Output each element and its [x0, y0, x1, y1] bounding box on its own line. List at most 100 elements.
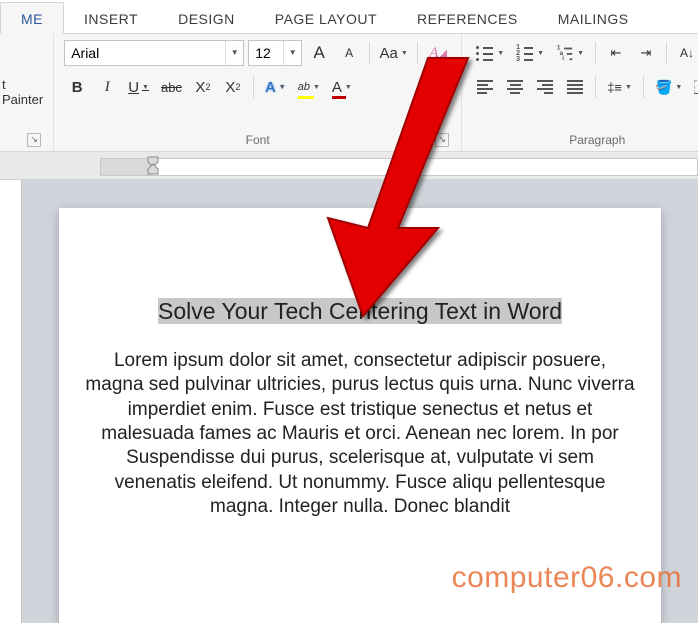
paint-bucket-icon: 🪣 — [655, 79, 672, 96]
tab-mailings[interactable]: MAILINGS — [538, 3, 649, 33]
separator — [253, 76, 254, 98]
text-effects-label: A — [265, 79, 276, 96]
tab-page-layout[interactable]: PAGE LAYOUT — [255, 3, 397, 33]
align-center-button[interactable] — [502, 74, 528, 100]
group-paragraph: ▼ 123 ▼ 1ai ▼ ⇤ — [462, 34, 698, 151]
numbering-icon: 123 — [516, 46, 534, 60]
font-name-dropdown-icon[interactable]: ▼ — [225, 41, 243, 65]
chevron-down-icon: ▼ — [401, 50, 408, 57]
subscript-label: X — [195, 79, 205, 96]
superscript-button[interactable]: X2 — [220, 74, 246, 100]
format-painter-label: t Painter — [2, 77, 43, 107]
italic-button[interactable]: I — [94, 74, 120, 100]
sort-button[interactable]: A↓ — [674, 40, 698, 66]
document-title[interactable]: Solve Your Tech Centering Text in Word — [83, 298, 637, 325]
font-group-text: Font — [246, 133, 270, 147]
font-size-input[interactable] — [249, 41, 283, 65]
borders-button[interactable]: ▼ — [690, 74, 698, 100]
change-case-button[interactable]: Aa ▼ — [377, 40, 410, 66]
font-name-combo[interactable]: ▼ — [64, 40, 244, 66]
bullets-button[interactable]: ▼ — [472, 40, 508, 66]
outdent-icon: ⇤ — [611, 45, 622, 61]
align-left-icon — [477, 80, 493, 94]
separator — [595, 76, 596, 98]
tab-design[interactable]: DESIGN — [158, 3, 255, 33]
paragraph-group-text: Paragraph — [569, 133, 625, 147]
align-right-icon — [537, 80, 553, 94]
indent-marker[interactable] — [146, 154, 160, 176]
chevron-down-icon: ▼ — [142, 84, 149, 91]
clipboard-dialog-launcher[interactable]: ↘ — [27, 133, 41, 147]
horizontal-ruler[interactable] — [100, 158, 698, 176]
align-left-button[interactable] — [472, 74, 498, 100]
line-spacing-icon: ‡≡ — [607, 80, 622, 95]
highlight-label: ab — [298, 81, 310, 93]
align-right-button[interactable] — [532, 74, 558, 100]
font-dialog-launcher[interactable]: ↘ — [435, 133, 449, 147]
numbering-button[interactable]: 123 ▼ — [512, 40, 548, 66]
ruler-margin — [101, 159, 151, 175]
indent-icon: ⇥ — [641, 45, 652, 61]
group-paragraph-label: Paragraph — [472, 130, 698, 149]
chevron-down-icon: ▼ — [577, 50, 584, 57]
document-page[interactable]: Solve Your Tech Centering Text in Word L… — [59, 208, 661, 623]
align-justify-icon — [567, 80, 583, 94]
font-size-combo[interactable]: ▼ — [248, 40, 302, 66]
format-painter-button[interactable]: t Painter — [0, 40, 43, 144]
separator — [417, 42, 418, 64]
chevron-down-icon: ▼ — [279, 84, 286, 91]
bullets-icon — [476, 46, 494, 60]
clear-formatting-button[interactable]: A ◢ — [425, 40, 451, 66]
chevron-down-icon: ▼ — [345, 84, 352, 91]
font-color-label: A — [332, 79, 342, 96]
ribbon: t Painter ↘ ▼ ▼ A A Aa — [0, 34, 698, 152]
shrink-font-button[interactable]: A — [336, 40, 362, 66]
group-font: ▼ ▼ A A Aa ▼ A ◢ B — [54, 34, 462, 151]
bold-button[interactable]: B — [64, 74, 90, 100]
highlight-color-swatch — [298, 96, 314, 99]
increase-indent-button[interactable]: ⇥ — [633, 40, 659, 66]
superscript-label: X — [225, 79, 235, 96]
text-effects-button[interactable]: A ▼ — [261, 74, 290, 100]
subscript-button[interactable]: X2 — [190, 74, 216, 100]
borders-icon — [694, 80, 698, 94]
tab-insert[interactable]: INSERT — [64, 3, 158, 33]
selected-title-text: Solve Your Tech Centering Text in Word — [158, 298, 562, 324]
group-clipboard: t Painter ↘ — [0, 34, 54, 151]
chevron-down-icon: ▼ — [537, 50, 544, 57]
separator — [643, 76, 644, 98]
font-color-swatch — [332, 96, 346, 99]
tab-home[interactable]: ME — [0, 2, 64, 34]
vertical-ruler[interactable] — [0, 180, 22, 623]
font-size-dropdown-icon[interactable]: ▼ — [283, 41, 301, 65]
tab-references[interactable]: REFERENCES — [397, 3, 538, 33]
grow-font-button[interactable]: A — [306, 40, 332, 66]
multilevel-icon: 1ai — [557, 47, 573, 60]
shading-button[interactable]: 🪣 ▼ — [651, 74, 686, 100]
underline-button[interactable]: U ▼ — [124, 74, 153, 100]
document-canvas: Solve Your Tech Centering Text in Word L… — [0, 180, 698, 623]
chevron-down-icon: ▼ — [313, 84, 320, 91]
ribbon-tab-strip: ME INSERT DESIGN PAGE LAYOUT REFERENCES … — [0, 0, 698, 34]
document-body-text[interactable]: Lorem ipsum dolor sit amet, consectetur … — [83, 349, 637, 519]
change-case-label: Aa — [380, 45, 398, 62]
separator — [666, 42, 667, 64]
eraser-icon: ◢ — [439, 48, 447, 59]
highlight-button[interactable]: ab ▼ — [294, 74, 324, 100]
multilevel-list-button[interactable]: 1ai ▼ — [552, 40, 588, 66]
strikethrough-button[interactable]: abc — [157, 74, 186, 100]
group-clipboard-label: ↘ — [0, 144, 43, 149]
align-center-icon — [507, 80, 523, 94]
ruler-area — [0, 152, 698, 180]
align-justify-button[interactable] — [562, 74, 588, 100]
decrease-indent-button[interactable]: ⇤ — [603, 40, 629, 66]
separator — [369, 42, 370, 64]
group-font-label: Font ↘ — [64, 130, 451, 149]
font-name-input[interactable] — [65, 41, 225, 65]
chevron-down-icon: ▼ — [497, 50, 504, 57]
chevron-down-icon: ▼ — [625, 84, 632, 91]
font-color-button[interactable]: A ▼ — [328, 74, 356, 100]
line-spacing-button[interactable]: ‡≡ ▼ — [603, 74, 636, 100]
chevron-down-icon: ▼ — [675, 84, 682, 91]
separator — [595, 42, 596, 64]
